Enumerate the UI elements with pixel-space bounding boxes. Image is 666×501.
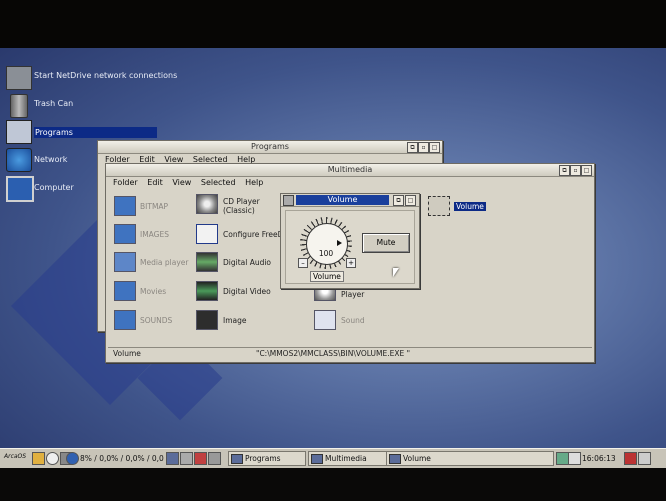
- volume-window[interactable]: Volume ⧉ □ 100 – + Volume Mute: [280, 193, 420, 289]
- os-logo[interactable]: ArcaOS: [4, 453, 26, 460]
- program-label[interactable]: Image: [223, 316, 247, 325]
- task-multimedia-icon: [311, 454, 323, 464]
- minimize-icon[interactable]: ▫: [570, 165, 581, 176]
- volume-speaker-icon[interactable]: [428, 196, 450, 216]
- search-icon[interactable]: [46, 452, 59, 465]
- folder-label[interactable]: BITMAP: [140, 202, 168, 211]
- desktop-icon-label[interactable]: Computer: [34, 183, 74, 192]
- multimedia-titlebar[interactable]: Multimedia ⧉ ▫ □: [106, 164, 594, 177]
- status-selection: Volume: [113, 349, 141, 358]
- program-label[interactable]: CD Player (Classic): [223, 197, 283, 215]
- folder-icon[interactable]: [32, 452, 45, 465]
- movies-folder-icon[interactable]: [114, 281, 136, 301]
- mouse-cursor-icon: [393, 268, 399, 277]
- freedb-icon[interactable]: [196, 224, 218, 244]
- media-player-folder-icon[interactable]: [114, 252, 136, 272]
- minimize-icon[interactable]: ▫: [418, 142, 429, 153]
- close-icon[interactable]: □: [405, 195, 416, 206]
- menu-edit[interactable]: Edit: [147, 178, 163, 187]
- program-label-selected[interactable]: Volume: [454, 202, 486, 211]
- digital-audio-icon[interactable]: [196, 252, 218, 272]
- folder-label[interactable]: IMAGES: [140, 230, 169, 239]
- programs-titlebar[interactable]: Programs ⧉ ▫ □: [98, 141, 442, 154]
- task-label: Volume: [403, 454, 431, 463]
- volume-up-button[interactable]: +: [346, 258, 356, 268]
- tray-icon-1[interactable]: [180, 452, 193, 465]
- folder-label[interactable]: SOUNDS: [140, 316, 172, 325]
- task-volume-icon: [389, 454, 401, 464]
- sounds-folder-icon[interactable]: [114, 310, 136, 330]
- taskbar: ArcaOS 8% / 0,0% / 0,0% / 0,0 Programs M…: [0, 448, 666, 501]
- folder-label[interactable]: Movies: [140, 287, 166, 296]
- volume-titlebar[interactable]: Volume ⧉ □: [281, 194, 419, 207]
- dial-pointer-icon: [337, 240, 342, 246]
- monitor-bezel-bottom: [0, 468, 666, 501]
- desktop-icon-label[interactable]: Trash Can: [34, 99, 73, 108]
- taskbar-strip: ArcaOS 8% / 0,0% / 0,0% / 0,0 Programs M…: [0, 449, 666, 467]
- cd-player-icon[interactable]: [196, 194, 218, 214]
- restore-icon[interactable]: ⧉: [393, 195, 404, 206]
- desktop: Start NetDrive network connections Trash…: [0, 48, 666, 500]
- cpu-meter-icon: [66, 452, 79, 465]
- menu-view[interactable]: View: [172, 178, 191, 187]
- bitmap-folder-icon[interactable]: [114, 196, 136, 216]
- dial-caption: Volume: [310, 271, 344, 282]
- window-list-icon[interactable]: [166, 452, 179, 465]
- clock[interactable]: 16:06:13: [582, 454, 616, 463]
- restore-icon[interactable]: ⧉: [407, 142, 418, 153]
- maximize-icon[interactable]: □: [429, 142, 440, 153]
- window-title: Volume: [327, 195, 358, 204]
- netdrive-icon[interactable]: [6, 66, 32, 90]
- task-programs-icon: [231, 454, 243, 464]
- task-programs[interactable]: Programs: [228, 451, 306, 466]
- tray-icon-3[interactable]: [208, 452, 221, 465]
- status-path: "C:\MMOS2\MMCLASS\BIN\VOLUME.EXE ": [256, 349, 411, 358]
- task-label: Multimedia: [325, 454, 367, 463]
- program-label[interactable]: Digital Audio: [223, 258, 271, 267]
- volume-window-icon[interactable]: [283, 195, 294, 206]
- folder-label[interactable]: Media player: [140, 258, 189, 267]
- menu-selected[interactable]: Selected: [201, 178, 236, 187]
- digital-video-icon[interactable]: [196, 281, 218, 301]
- desktop-icon-label-selected[interactable]: Programs: [34, 127, 157, 138]
- tray-icon-2[interactable]: [194, 452, 207, 465]
- cpu-readout: 8% / 0,0% / 0,0% / 0,0: [80, 454, 164, 463]
- images-folder-icon[interactable]: [114, 224, 136, 244]
- sound-icon[interactable]: [314, 310, 336, 330]
- trash-can-icon[interactable]: [10, 94, 28, 118]
- restore-icon[interactable]: ⧉: [559, 165, 570, 176]
- speaker-tray-icon[interactable]: [568, 452, 581, 465]
- task-label: Programs: [245, 454, 281, 463]
- desktop-icon-label[interactable]: Start NetDrive network connections: [34, 71, 177, 80]
- menu-help[interactable]: Help: [245, 178, 263, 187]
- lock-icon[interactable]: [638, 452, 651, 465]
- dial-value: 100: [318, 249, 334, 258]
- volume-down-button[interactable]: –: [298, 258, 308, 268]
- program-label[interactable]: Digital Video: [223, 287, 271, 296]
- image-viewer-icon[interactable]: [196, 310, 218, 330]
- task-multimedia[interactable]: Multimedia: [308, 451, 388, 466]
- programs-folder-icon[interactable]: [6, 120, 32, 144]
- multimedia-menubar: Folder Edit View Selected Help: [106, 177, 594, 189]
- program-label[interactable]: Configure FreeDB: [223, 230, 289, 239]
- computer-monitor-icon[interactable]: [6, 176, 34, 202]
- monitor-bezel: [0, 0, 666, 48]
- menu-folder[interactable]: Folder: [113, 178, 138, 187]
- desktop-icon-label[interactable]: Network: [34, 155, 67, 164]
- network-globe-icon[interactable]: [6, 148, 32, 172]
- status-bar: Volume "C:\MMOS2\MMCLASS\BIN\VOLUME.EXE …: [108, 347, 592, 360]
- window-title: Programs: [251, 142, 289, 151]
- power-icon[interactable]: [624, 452, 637, 465]
- maximize-icon[interactable]: □: [581, 165, 592, 176]
- task-volume[interactable]: Volume: [386, 451, 554, 466]
- program-label[interactable]: Sound: [341, 316, 365, 325]
- window-title: Multimedia: [327, 165, 373, 174]
- mute-button[interactable]: Mute: [362, 233, 410, 253]
